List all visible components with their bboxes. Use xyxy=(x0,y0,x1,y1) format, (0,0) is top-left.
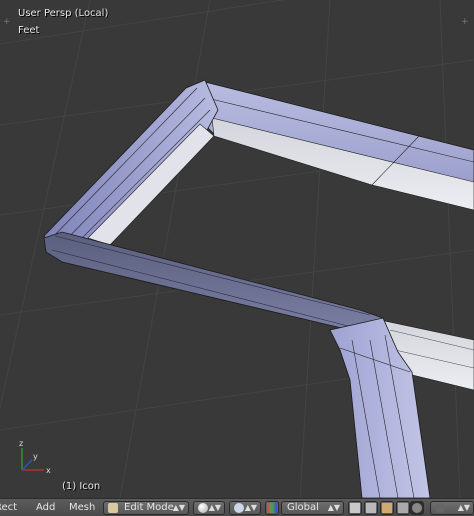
sphere-icon xyxy=(198,503,208,513)
chevron-down-icon: ▲▼ xyxy=(244,503,257,512)
proportional-edit-button[interactable] xyxy=(410,501,424,515)
mode-select[interactable]: Edit Mode ▲▼ xyxy=(103,501,189,515)
orientation-select[interactable]: Global ▲▼ xyxy=(281,501,344,515)
snap-icon xyxy=(435,503,445,513)
vertex-select-icon xyxy=(350,503,360,513)
pivot-icon xyxy=(234,503,244,513)
units-label: Feet xyxy=(18,25,40,36)
axis-label-x: x xyxy=(46,466,51,475)
3d-viewport[interactable]: z x y User Persp (Local) Feet + + (1) Ic… xyxy=(0,0,474,498)
axis-gizmo: z x y xyxy=(19,439,51,475)
pivot-point-select[interactable]: ▲▼ xyxy=(229,501,261,515)
axis-label-y: y xyxy=(33,452,38,461)
chevron-down-icon: ▲▼ xyxy=(208,503,221,512)
menu-mesh[interactable]: Mesh xyxy=(69,502,95,513)
mesh-back-beam[interactable] xyxy=(199,81,474,211)
axis-label-z: z xyxy=(19,439,23,448)
edit-mode-icon xyxy=(108,503,118,513)
object-info-label: (1) Icon xyxy=(62,481,101,492)
vertex-select-button[interactable] xyxy=(348,501,362,515)
viewport-shading-select[interactable]: ▲▼ xyxy=(193,501,225,515)
chevron-down-icon: ▲▼ xyxy=(457,503,470,512)
mode-select-label: Edit Mode xyxy=(124,502,174,513)
orientation-select-label: Global xyxy=(287,502,319,513)
mesh-front-beam[interactable] xyxy=(43,231,384,341)
snap-select[interactable]: ▲▼ xyxy=(430,501,474,515)
menu-rect[interactable]: Rect xyxy=(0,502,17,513)
view-name-label: User Persp (Local) xyxy=(18,8,109,19)
face-select-button[interactable] xyxy=(380,501,394,515)
occlude-icon xyxy=(398,503,408,513)
occlude-geometry-button[interactable] xyxy=(396,501,410,515)
viewport-header: Rect Add Mesh Edit Mode ▲▼ ▲▼ ▲▼ Global … xyxy=(0,498,474,516)
edge-select-button[interactable] xyxy=(364,501,378,515)
chevron-down-icon: ▲▼ xyxy=(172,503,185,512)
edge-select-icon xyxy=(366,503,376,513)
manipulator-toggle[interactable] xyxy=(265,501,279,515)
transform-manipulator-icon xyxy=(267,503,277,513)
proportional-edit-icon xyxy=(412,503,422,513)
region-toggle-plus-icon[interactable]: + xyxy=(3,17,13,27)
menu-add[interactable]: Add xyxy=(36,502,55,513)
viewport-scene: z x y xyxy=(0,0,474,498)
region-toggle-plus-icon-right[interactable]: + xyxy=(461,17,471,27)
face-select-icon xyxy=(382,503,392,513)
chevron-down-icon: ▲▼ xyxy=(327,503,340,512)
